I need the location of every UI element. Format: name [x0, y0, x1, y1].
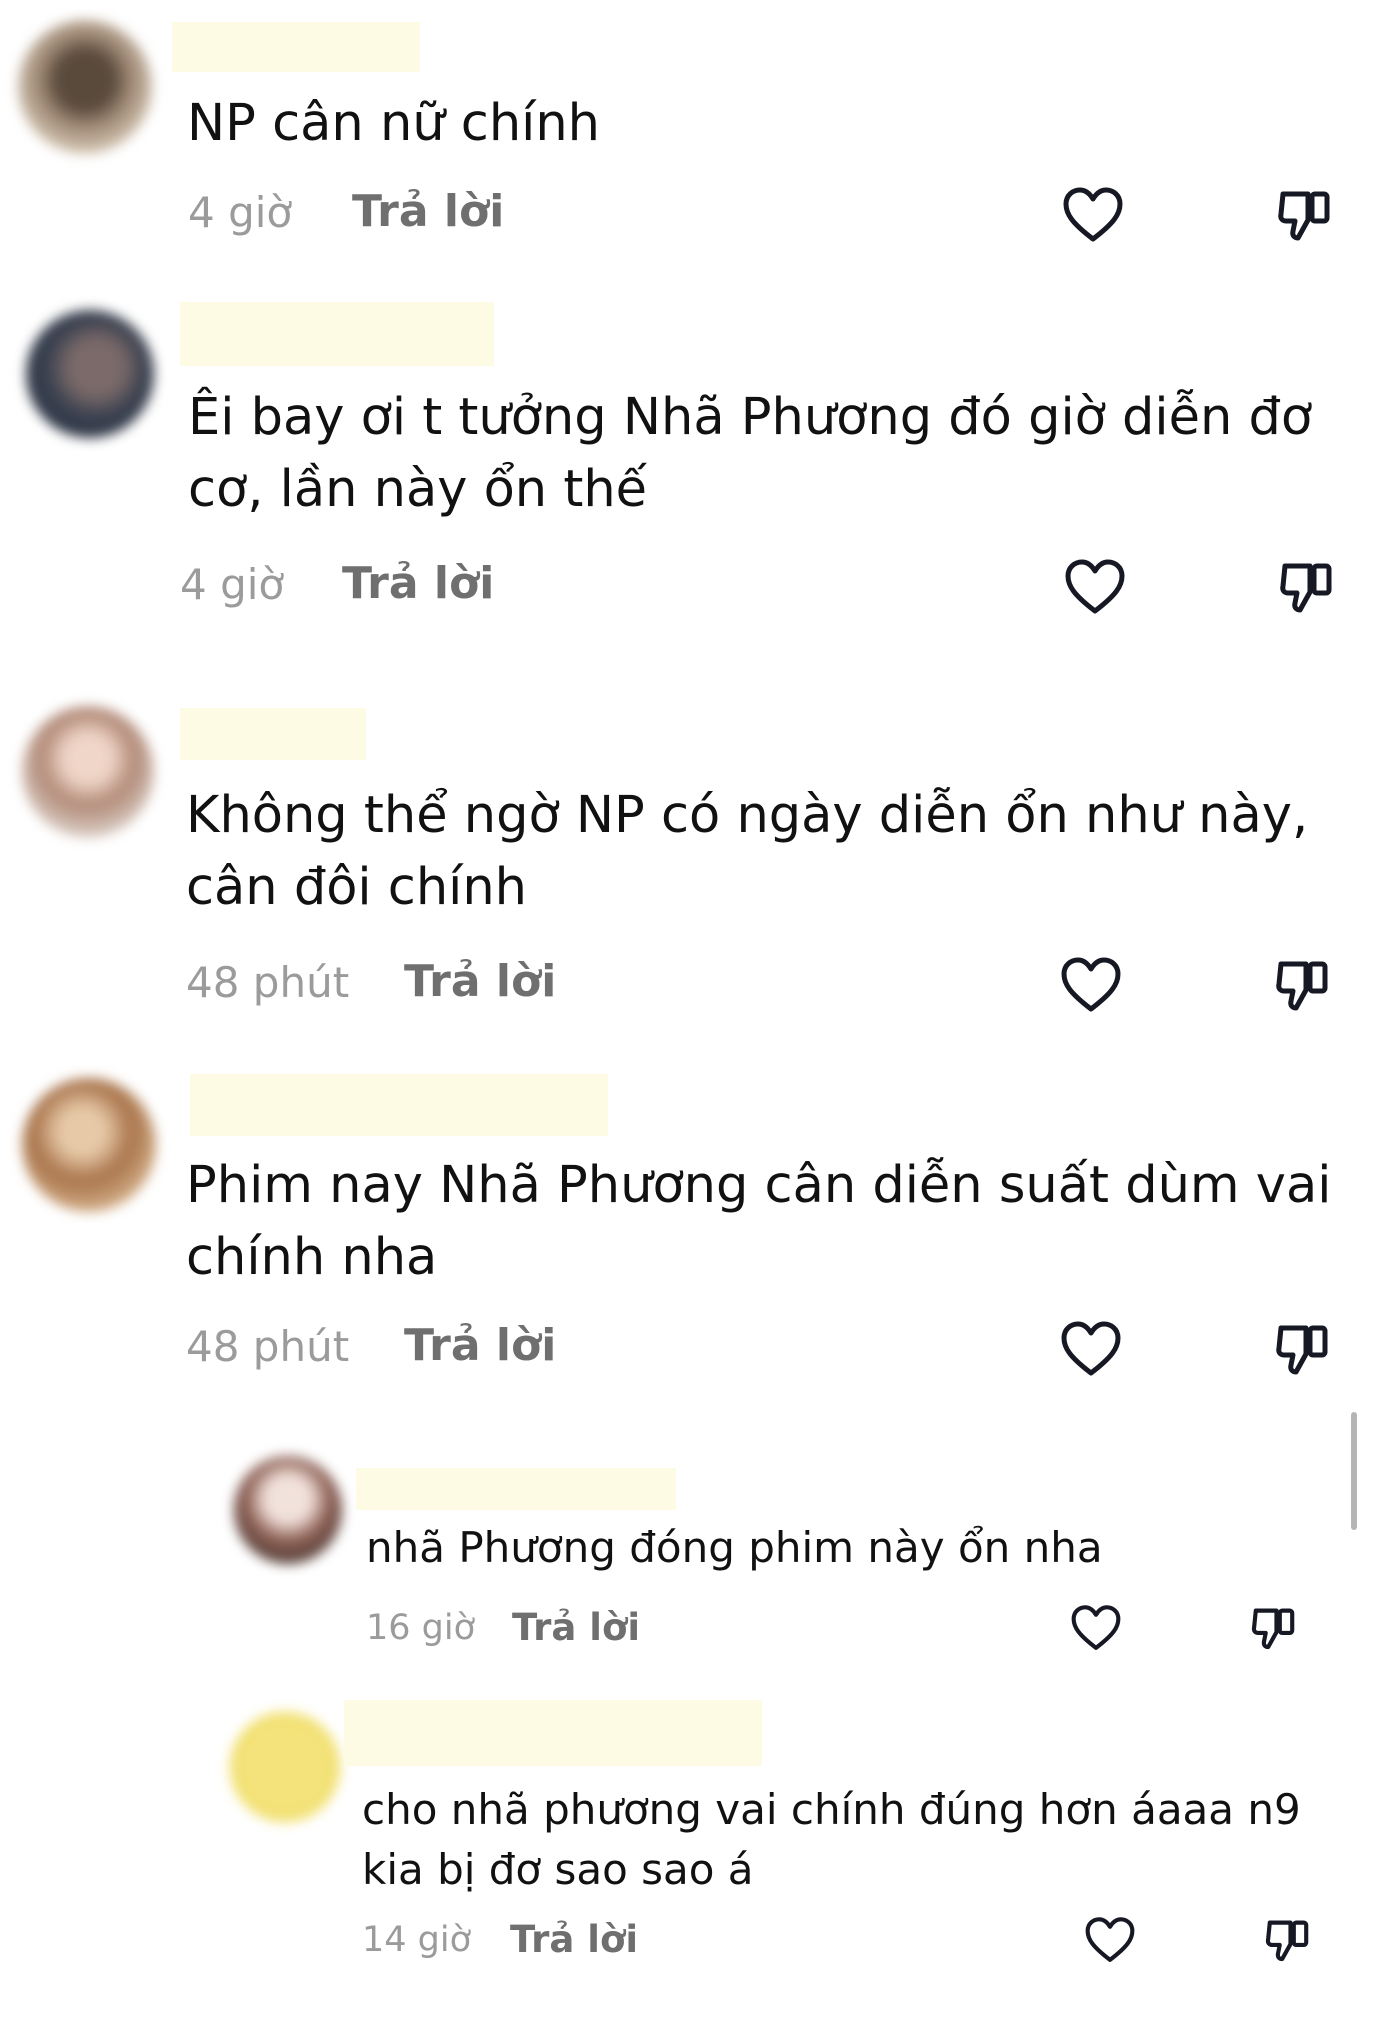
avatar[interactable] — [234, 1456, 342, 1564]
thumbs-down-icon[interactable] — [1276, 186, 1334, 244]
avatar[interactable] — [18, 20, 152, 154]
reply-item: nhã Phương đóng phim này ổn nha 16 giờ T… — [0, 1420, 1388, 1690]
comment-text-line: cân đôi chính — [186, 858, 527, 917]
username-redacted[interactable] — [180, 302, 494, 366]
comment-text-line: cơ, lần này ổn thế — [188, 460, 648, 519]
reply-item: cho nhã phương vai chính đúng hơn áaaa n… — [0, 1690, 1388, 2028]
username-redacted[interactable] — [190, 1074, 608, 1136]
avatar[interactable] — [230, 1712, 340, 1822]
heart-icon[interactable] — [1060, 956, 1122, 1014]
username-redacted[interactable] — [344, 1700, 762, 1766]
comment-text: Phim nay Nhã Phương cân diễn suất dùm va… — [186, 1150, 1331, 1294]
comment-item: Phim nay Nhã Phương cân diễn suất dùm va… — [0, 1050, 1388, 1420]
avatar[interactable] — [22, 706, 154, 838]
comment-item: Êi bay ơi t tưởng Nhã Phương đó giờ diễn… — [0, 270, 1388, 670]
comment-item: NP cân nữ chính 4 giờ Trả lời — [0, 0, 1388, 270]
thumbs-down-icon[interactable] — [1274, 956, 1332, 1014]
comment-text: Êi bay ơi t tưởng Nhã Phương đó giờ diễn… — [188, 382, 1312, 526]
avatar[interactable] — [26, 310, 154, 438]
username-redacted[interactable] — [180, 708, 366, 760]
comment-text-line: Không thể ngờ NP có ngày diễn ổn như này… — [186, 786, 1309, 845]
comment-text: nhã Phương đóng phim này ổn nha — [366, 1520, 1103, 1576]
comment-time: 16 giờ — [366, 1608, 476, 1648]
heart-icon[interactable] — [1064, 558, 1126, 616]
comment-time: 4 giờ — [188, 188, 293, 237]
scrollbar[interactable] — [1351, 1412, 1357, 1530]
thumbs-down-icon[interactable] — [1264, 1916, 1312, 1964]
heart-icon[interactable] — [1070, 1604, 1122, 1652]
comment-text: cho nhã phương vai chính đúng hơn áaaa n… — [362, 1780, 1301, 1900]
thumbs-down-icon[interactable] — [1274, 1320, 1332, 1378]
username-redacted[interactable] — [356, 1468, 676, 1510]
reply-button[interactable]: Trả lời — [404, 1320, 556, 1371]
comment-time: 48 phút — [186, 1322, 350, 1371]
reply-button[interactable]: Trả lời — [342, 558, 494, 609]
thumbs-down-icon[interactable] — [1278, 558, 1336, 616]
comment-text-line: nhã Phương đóng phim này ổn nha — [366, 1523, 1103, 1572]
comment-text: NP cân nữ chính — [187, 92, 600, 156]
comment-item: Không thể ngờ NP có ngày diễn ổn như này… — [0, 670, 1388, 1050]
comment-time: 14 giờ — [362, 1920, 472, 1960]
avatar[interactable] — [22, 1078, 156, 1212]
reply-button[interactable]: Trả lời — [512, 1606, 640, 1649]
username-redacted[interactable] — [172, 22, 420, 72]
reply-button[interactable]: Trả lời — [404, 956, 556, 1007]
comment-text: Không thể ngờ NP có ngày diễn ổn như này… — [186, 780, 1308, 924]
comment-text-line: Phim nay Nhã Phương cân diễn suất dùm va… — [186, 1156, 1332, 1215]
comment-text-line: Êi bay ơi t tưởng Nhã Phương đó giờ diễn… — [188, 388, 1313, 447]
comment-text-line: chính nha — [186, 1228, 438, 1287]
comment-text-line: cho nhã phương vai chính đúng hơn áaaa n… — [362, 1785, 1301, 1834]
comment-time: 48 phút — [186, 958, 350, 1007]
comment-text-line: kia bị đơ sao sao á — [362, 1845, 754, 1894]
reply-button[interactable]: Trả lời — [510, 1918, 638, 1961]
heart-icon[interactable] — [1060, 1320, 1122, 1378]
reply-button[interactable]: Trả lời — [352, 186, 504, 237]
comment-text-line: NP cân nữ chính — [187, 94, 600, 153]
comment-time: 4 giờ — [180, 560, 285, 609]
thumbs-down-icon[interactable] — [1250, 1604, 1298, 1652]
heart-icon[interactable] — [1084, 1916, 1136, 1964]
heart-icon[interactable] — [1062, 186, 1124, 244]
